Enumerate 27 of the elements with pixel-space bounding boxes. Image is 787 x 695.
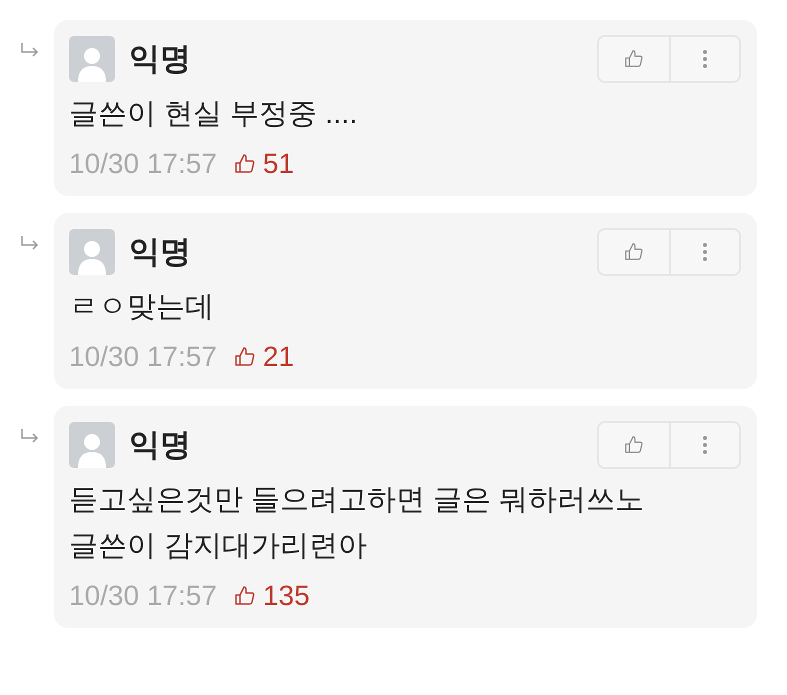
more-icon [702,48,708,70]
like-count: 51 [262,148,294,180]
thumbs-up-icon [623,434,645,456]
more-icon [702,434,708,456]
comment-time: 10/30 17:57 [69,580,217,612]
reply-arrow-icon [20,42,40,58]
comment-time: 10/30 17:57 [69,340,217,373]
thumbs-up-icon [623,240,645,263]
more-icon [702,240,708,263]
like-count: 21 [262,340,294,373]
author-name: 익명 [129,40,192,78]
avatar-icon [69,228,115,275]
comment-text: 글쓴이 현실 부정중 .... [69,97,358,132]
author-name: 익명 [129,232,192,271]
like-count: 135 [262,580,310,612]
comment-text: ㄹㅇ맞는데 [69,290,215,325]
thumbs-up-icon [623,48,645,70]
thumbs-up-icon [232,344,257,369]
thumbs-up-icon [232,152,257,176]
author-name: 익명 [129,426,192,464]
reply-arrow-icon [20,428,40,444]
comment-text: 듣고싶은것만 들으려고하면 글은 뭐하러쓰노 [69,482,646,518]
reply-arrow-icon [20,234,40,251]
avatar-icon [69,36,115,82]
comment-time: 10/30 17:57 [69,148,217,180]
comment-text: 글쓴이 감지대가리련아 [69,529,368,564]
avatar-icon [69,422,115,468]
